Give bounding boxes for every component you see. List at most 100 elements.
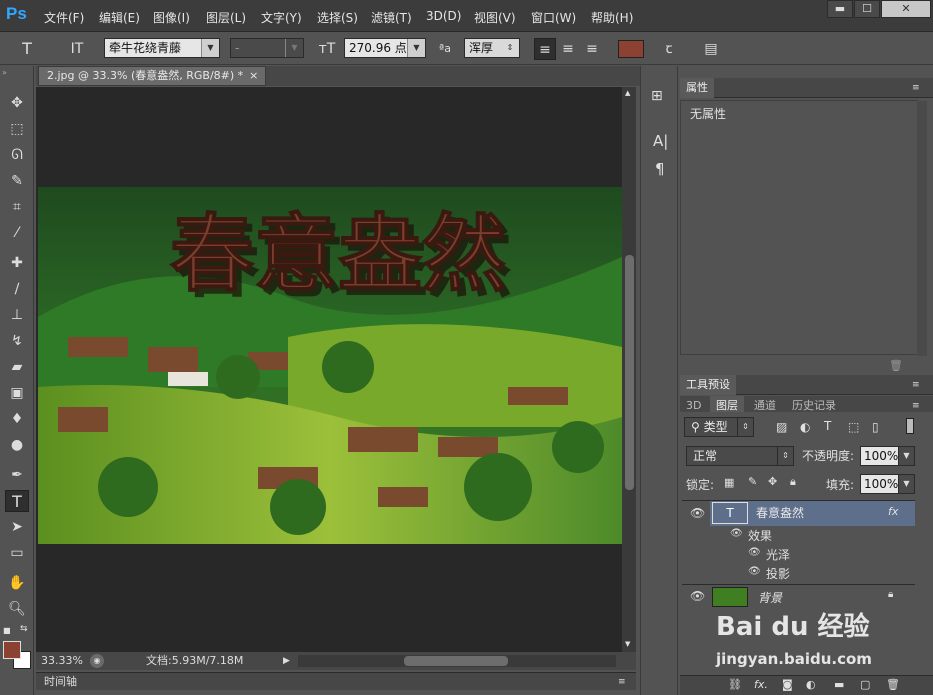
menu-help[interactable]: 帮助(H) [591, 9, 633, 26]
type-tool-icon[interactable]: T [16, 38, 38, 60]
gradient-tool-icon[interactable]: ▣ [5, 382, 29, 404]
clone-stamp-icon[interactable]: ⊥ [5, 304, 29, 326]
link-layers-icon[interactable]: ⛓︎ [728, 678, 742, 691]
document-tab[interactable]: 2.jpg @ 33.3% (春意盎然, RGB/8#) * × [38, 66, 266, 86]
blur-tool-icon[interactable]: ♦ [5, 408, 29, 430]
visibility-eye-icon[interactable]: 👁︎ [690, 506, 705, 520]
canvas-area[interactable]: 春意盎然 春意盎然 [36, 87, 622, 652]
filter-toggle[interactable] [906, 418, 914, 434]
visibility-eye-icon[interactable]: 👁︎ [748, 547, 761, 558]
opacity-field[interactable]: 100% ▼ [860, 446, 915, 466]
character-icon[interactable]: A| [653, 132, 668, 150]
menu-file[interactable]: 文件(F) [44, 9, 84, 26]
visibility-eye-icon[interactable]: 👁︎ [690, 589, 705, 603]
text-color-swatch[interactable] [618, 40, 644, 58]
zoom-level[interactable]: 33.33% [41, 652, 83, 670]
foreground-color-swatch[interactable] [3, 641, 21, 659]
warp-text-icon[interactable]: ꞇ [658, 38, 680, 60]
filter-adjustment-icon[interactable]: ◐ [800, 420, 810, 434]
tab-tool-presets[interactable]: 工具预设 [680, 375, 736, 395]
toggle-text-orientation-icon[interactable]: IT [66, 38, 88, 60]
share-icon[interactable]: ◉ [90, 654, 104, 668]
new-group-icon[interactable]: ▬ [834, 678, 844, 691]
eraser-tool-icon[interactable]: ▰ [5, 356, 29, 378]
new-layer-icon[interactable]: ▢ [860, 678, 870, 691]
horizontal-scroll-thumb[interactable] [404, 656, 508, 666]
panel-menu-icon[interactable]: ≡ [912, 78, 920, 98]
align-left-icon[interactable]: ≡ [534, 38, 556, 60]
crop-tool-icon[interactable]: ⌗ [5, 196, 29, 218]
effects-label[interactable]: 效果 [748, 527, 772, 544]
maximize-button[interactable]: ☐ [854, 0, 880, 18]
background-layer-name[interactable]: 背景 [758, 589, 782, 606]
visibility-eye-icon[interactable]: 👁︎ [748, 566, 761, 577]
lasso-tool-icon[interactable]: ᘏ [5, 144, 29, 166]
lock-pixels-icon[interactable]: ✎ [748, 475, 757, 488]
tab-properties[interactable]: 属性 [680, 78, 714, 98]
tool-presets-icon[interactable]: ⊞ [651, 88, 663, 104]
character-panel-icon[interactable]: ▤ [700, 38, 722, 60]
panel-menu-icon[interactable]: ≡ [912, 375, 920, 395]
font-size-select[interactable]: 270.96 点 ▼ [344, 38, 426, 58]
trash-icon[interactable]: 🗑︎ [889, 359, 903, 372]
text-layer-thumbnail[interactable]: T [712, 502, 748, 524]
filter-type-icon[interactable]: T [824, 419, 831, 433]
panel-menu-icon[interactable]: ≡ [618, 673, 626, 691]
eyedropper-tool-icon[interactable]: ⁄ [5, 222, 29, 244]
paragraph-icon[interactable]: ¶ [655, 160, 665, 178]
healing-brush-icon[interactable]: ✚ [5, 252, 29, 274]
visibility-eye-icon[interactable]: 👁︎ [730, 528, 743, 539]
font-family-select[interactable]: 牵牛花绕青藤 ▼ [104, 38, 220, 58]
menu-window[interactable]: 窗口(W) [531, 9, 576, 26]
rectangle-tool-icon[interactable]: ▭ [5, 542, 29, 564]
menu-layer[interactable]: 图层(L) [206, 9, 246, 26]
filter-smart-object-icon[interactable]: ▯ [872, 420, 879, 434]
zoom-tool-icon[interactable]: 🔍︎ [5, 598, 29, 620]
add-mask-icon[interactable]: ◙ [782, 678, 793, 691]
menu-type[interactable]: 文字(Y) [261, 9, 302, 26]
lock-position-icon[interactable]: ✥ [768, 475, 777, 488]
menu-image[interactable]: 图像(I) [153, 9, 190, 26]
layer-name-text[interactable]: 春意盎然 [756, 502, 876, 525]
swap-colors-icon[interactable]: ⇆ [20, 624, 28, 634]
move-tool-icon[interactable]: ✥ [5, 92, 29, 114]
menu-3d[interactable]: 3D(D) [426, 9, 461, 23]
menu-view[interactable]: 视图(V) [474, 9, 516, 26]
align-right-icon[interactable]: ≡ [581, 38, 603, 60]
background-layer-thumbnail[interactable] [712, 587, 748, 607]
menu-edit[interactable]: 编辑(E) [99, 9, 140, 26]
new-adjustment-icon[interactable]: ◐ [806, 678, 816, 691]
properties-scrollbar[interactable] [917, 101, 927, 356]
marquee-tool-icon[interactable]: ⬚ [5, 118, 29, 140]
delete-layer-icon[interactable]: 🗑︎ [886, 678, 900, 691]
add-style-icon[interactable]: fx. [754, 678, 768, 691]
fill-field[interactable]: 100% ▼ [860, 474, 915, 494]
scroll-down-icon[interactable]: ▼ [625, 640, 630, 648]
pen-tool-icon[interactable]: ✒ [5, 464, 29, 486]
vertical-scroll-thumb[interactable] [625, 255, 634, 490]
align-center-icon[interactable]: ≡ [557, 38, 579, 60]
default-colors-icon[interactable]: ■ [3, 626, 11, 635]
blend-mode-select[interactable]: 正常 ⇕ [686, 446, 794, 466]
scroll-up-icon[interactable]: ▲ [625, 89, 630, 97]
effect-drop-shadow-label[interactable]: 投影 [766, 565, 790, 582]
history-brush-icon[interactable]: ↯ [5, 330, 29, 352]
font-style-select[interactable]: - ▼ [230, 38, 304, 58]
menu-select[interactable]: 选择(S) [317, 9, 358, 26]
timeline-panel-bar[interactable]: 时间轴 ≡ [36, 672, 636, 690]
antialias-select[interactable]: 浑厚 ⇕ [464, 38, 520, 58]
status-menu-arrow-icon[interactable]: ▶ [283, 652, 290, 670]
quick-select-tool-icon[interactable]: ✎ [5, 170, 29, 192]
brush-tool-icon[interactable]: ∕ [5, 278, 29, 300]
dodge-tool-icon[interactable]: ● [5, 434, 29, 456]
layer-filter-select[interactable]: ⚲ 类型 ⇕ [684, 417, 754, 437]
filter-pixel-icon[interactable]: ▨ [776, 420, 787, 434]
close-tab-icon[interactable]: × [249, 69, 258, 82]
lock-all-icon[interactable]: 🔒︎ [790, 475, 796, 489]
filter-shape-icon[interactable]: ⬚ [848, 420, 859, 434]
path-select-icon[interactable]: ➤ [5, 516, 29, 538]
hand-tool-icon[interactable]: ✋ [5, 572, 29, 594]
type-tool-icon[interactable]: T [5, 490, 29, 512]
layer-fx-icon[interactable]: fx [888, 505, 898, 518]
lock-transparent-icon[interactable]: ▦ [724, 476, 734, 489]
